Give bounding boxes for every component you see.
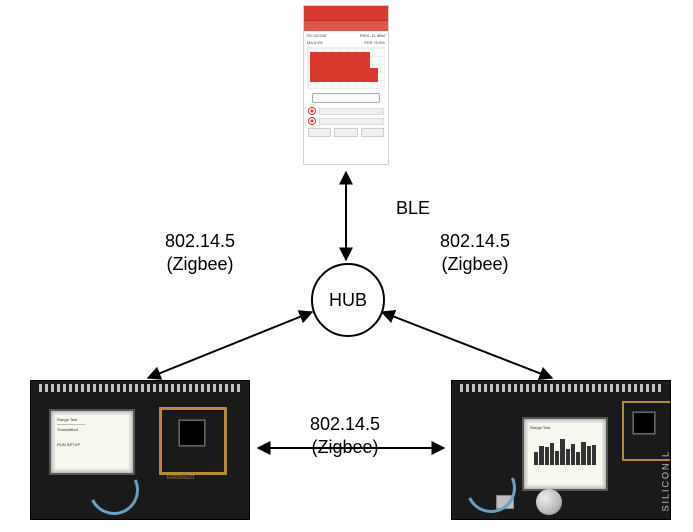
phone-chart-block-2	[370, 68, 378, 82]
phone-stats-row-1: RC 42/228 RSSI -11 dBM	[304, 31, 388, 38]
silabs-logo-icon	[459, 456, 523, 520]
chip-label: EFR32xG21	[167, 475, 195, 481]
radio-icon	[308, 107, 316, 115]
pin-header	[39, 384, 241, 392]
board-lcd: Range Test	[522, 417, 608, 491]
edge-hub-right	[382, 312, 552, 378]
phone-footer-button	[361, 128, 384, 137]
phone-stat-rssi: RSSI -11 dBM	[360, 33, 385, 38]
phone-stat-rc: RC 42/228	[307, 33, 326, 38]
phone-chart	[307, 47, 385, 89]
dev-board-right: Range Test SILICON L	[451, 380, 671, 520]
board-lcd: Range Test──────────TransmittedRUN SETUP	[49, 409, 135, 475]
edge-label-bottom: 802.14.5 (Zigbee)	[310, 413, 380, 458]
hub-label: HUB	[329, 290, 367, 311]
edge-label-left: 802.14.5 (Zigbee)	[165, 230, 235, 275]
phone-option-field	[319, 118, 384, 125]
phone-subtitle-bar	[304, 21, 388, 31]
board-lcd-content: Range Test	[528, 423, 602, 485]
board-lcd-content: Range Test──────────TransmittedRUN SETUP	[55, 415, 129, 469]
edge-label-ble: BLE	[396, 197, 430, 220]
diagram-stage: { "hub": { "label": "HUB" }, "links": { …	[0, 0, 693, 532]
soc-chip	[632, 411, 656, 435]
board-brand-text: SILICON L	[661, 450, 671, 512]
phone-option-row-2	[304, 117, 388, 125]
phone-option-field	[319, 108, 384, 115]
phone-stat-ma: MA 5.5%	[307, 40, 323, 45]
phone-chart-block-1	[310, 52, 370, 82]
radio-icon	[308, 117, 316, 125]
phone-titlebar	[304, 6, 388, 21]
phone-footer-button	[308, 128, 331, 137]
phone-footer-button	[334, 128, 357, 137]
phone-option-row-1	[304, 107, 388, 115]
pin-header	[460, 384, 662, 392]
edge-label-right: 802.14.5 (Zigbee)	[440, 230, 510, 275]
board-lcd-histogram	[534, 433, 596, 465]
phone-stat-per: PER 70.8%	[364, 40, 385, 45]
phone-app-screenshot: RC 42/228 RSSI -11 dBM MA 5.5% PER 70.8%	[303, 5, 389, 165]
soc-chip	[178, 419, 206, 447]
edge-hub-left	[148, 312, 312, 378]
dev-board-left: Range Test──────────TransmittedRUN SETUP…	[30, 380, 250, 520]
coin-cell	[536, 489, 562, 515]
phone-button-primary	[312, 93, 380, 103]
hub-node: HUB	[311, 263, 385, 337]
phone-stats-row-2: MA 5.5% PER 70.8%	[304, 38, 388, 45]
phone-footer-buttons	[304, 125, 388, 140]
